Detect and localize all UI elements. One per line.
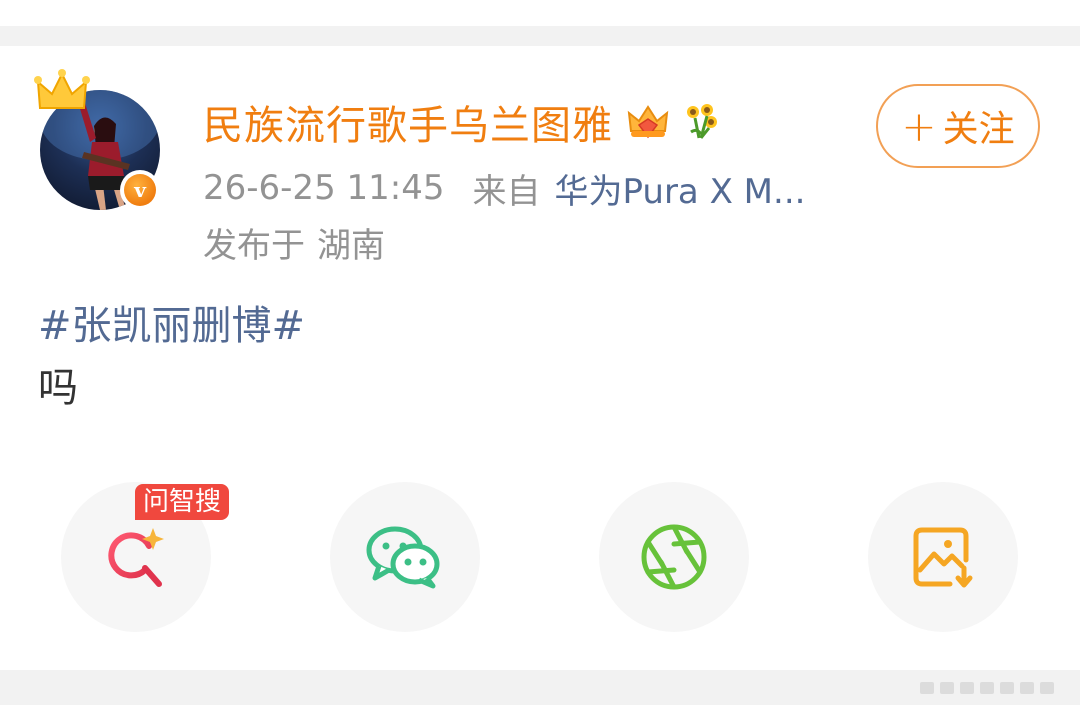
location-value: 湖南 xyxy=(317,225,385,266)
location-label: 发布于 xyxy=(203,225,305,266)
avatar-container[interactable]: v xyxy=(34,68,174,218)
sunflower-icon xyxy=(687,104,717,139)
save-image-button[interactable] xyxy=(868,482,1018,632)
post-timestamp: 26-6-25 11:45 xyxy=(203,168,445,208)
plus-icon: + xyxy=(901,101,937,151)
watermark-dots xyxy=(920,682,1054,694)
moments-aperture-icon xyxy=(641,524,707,590)
follow-button[interactable]: + 关注 xyxy=(876,84,1040,168)
follow-label: 关注 xyxy=(942,109,1015,150)
crown-icon xyxy=(34,69,90,109)
share-moments-button[interactable] xyxy=(599,482,749,632)
verified-v-icon: v xyxy=(124,174,156,206)
smart-search-icon xyxy=(108,528,164,587)
save-image-icon xyxy=(913,527,973,588)
smart-search-tag: 问智搜 xyxy=(135,484,230,520)
wechat-icon xyxy=(366,526,440,589)
verified-badge: v xyxy=(120,170,160,210)
from-label: 来自 xyxy=(472,171,541,212)
post-location: 发布于 湖南 xyxy=(203,218,385,266)
share-wechat-button[interactable] xyxy=(330,482,480,632)
hashtag-link[interactable]: #张凯丽删博# xyxy=(38,300,305,352)
user-name-row: 民族流行歌手乌兰图雅 xyxy=(203,93,721,151)
post-meta: 26-6-25 11:45 来自 华为Pura X M... xyxy=(203,164,806,213)
device-source[interactable]: 华为Pura X M... xyxy=(555,164,806,213)
post-text: 吗 xyxy=(38,365,78,411)
top-strip xyxy=(0,0,1080,26)
user-name[interactable]: 民族流行歌手乌兰图雅 xyxy=(203,93,613,151)
vip-crown-icon xyxy=(627,105,669,139)
